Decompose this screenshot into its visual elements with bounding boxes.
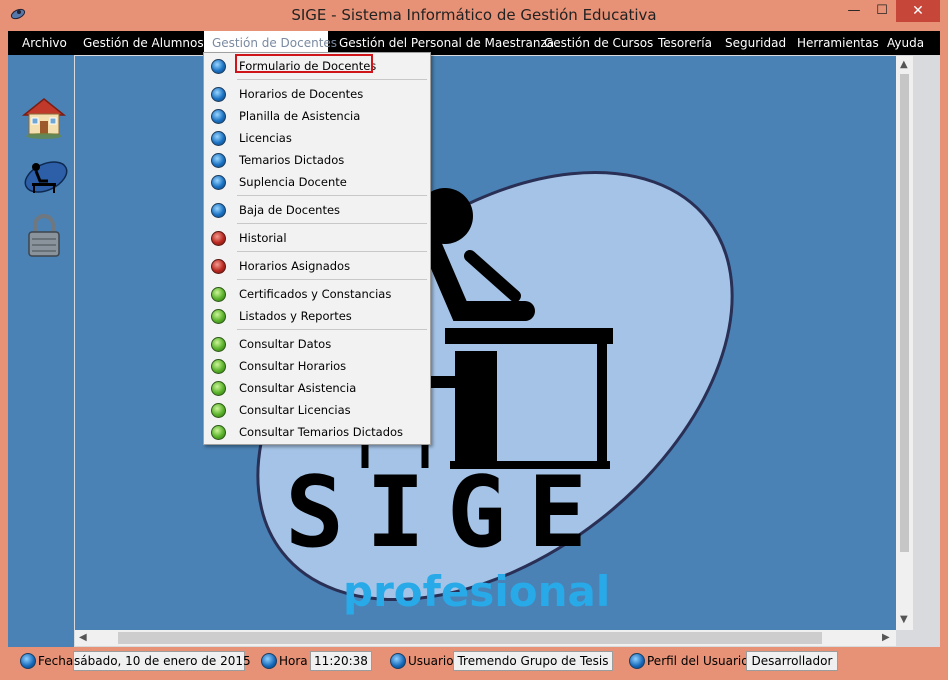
padlock-icon[interactable] [20,211,68,259]
app-window: SIGE - Sistema Informático de Gestión Ed… [0,0,948,680]
menu-separator [237,223,427,224]
menu-separator [237,251,427,252]
blue-dot-icon [211,87,226,102]
maximize-button[interactable]: ☐ [868,0,896,22]
hora-bullet-icon [261,653,277,669]
menu-tesoreria[interactable]: Tesorería [658,31,712,55]
green-dot-icon [211,337,226,352]
usuario-label: Usuario [408,654,454,668]
green-dot-icon [211,359,226,374]
docentes-dropdown-menu: Formulario de Docentes Horarios de Docen… [203,52,431,445]
menu-item-label: Consultar Horarios [239,359,347,373]
menu-baja-docentes[interactable]: Baja de Docentes [205,199,429,221]
menu-licencias[interactable]: Licencias [205,127,429,149]
perfil-value: Desarrollador [746,651,838,671]
menu-item-label: Temarios Dictados [239,153,345,167]
perfil-bullet-icon [629,653,645,669]
hora-label: Hora [279,654,308,668]
menu-suplencia-docente[interactable]: Suplencia Docente [205,171,429,193]
menu-temarios-dictados[interactable]: Temarios Dictados [205,149,429,171]
title-bar[interactable]: SIGE - Sistema Informático de Gestión Ed… [0,0,948,30]
menu-separator [237,195,427,196]
menu-separator [237,279,427,280]
green-dot-icon [211,287,226,302]
usuario-value: Tremendo Grupo de Tesis [453,651,613,671]
menu-item-label: Licencias [239,131,292,145]
menu-item-label: Consultar Asistencia [239,381,357,395]
menu-item-label: Suplencia Docente [239,175,347,189]
menu-certificados-constancias[interactable]: Certificados y Constancias [205,283,429,305]
green-dot-icon [211,425,226,440]
menu-separator [237,329,427,330]
menu-planilla-asistencia[interactable]: Planilla de Asistencia [205,105,429,127]
fecha-bullet-icon [20,653,36,669]
minimize-button[interactable]: — [840,0,868,22]
red-dot-icon [211,231,226,246]
blue-dot-icon [211,203,226,218]
menu-ayuda[interactable]: Ayuda [887,31,924,55]
blue-dot-icon [211,109,226,124]
teacher-desk-icon[interactable] [20,153,68,201]
menu-item-label: Planilla de Asistencia [239,109,361,123]
green-dot-icon [211,403,226,418]
menu-separator [237,79,427,80]
blue-dot-icon [211,175,226,190]
logo-sub-text: profesional [343,567,611,616]
window-title: SIGE - Sistema Informático de Gestión Ed… [291,6,657,24]
menu-bar: Archivo Gestión de Alumnos Gestión de Do… [8,31,940,55]
main-canvas: SIGE profesional [75,56,896,630]
menu-item-label: Consultar Temarios Dictados [239,425,404,439]
vertical-scroll-thumb[interactable] [900,74,909,552]
perfil-label: Perfil del Usuario [647,654,749,668]
green-dot-icon [211,381,226,396]
menu-item-label: Historial [239,231,287,245]
close-button[interactable]: ✕ [896,0,940,22]
blue-dot-icon [211,153,226,168]
green-dot-icon [211,309,226,324]
menu-item-label: Consultar Datos [239,337,332,351]
scroll-down-icon[interactable]: ▼ [900,614,908,625]
blue-dot-icon [211,131,226,146]
menu-item-label: Horarios Asignados [239,259,351,273]
menu-item-label: Listados y Reportes [239,309,352,323]
menu-horarios-asignados[interactable]: Horarios Asignados [205,255,429,277]
logo-main-text: SIGE [285,456,610,570]
usuario-bullet-icon [390,653,406,669]
menu-consultar-horarios[interactable]: Consultar Horarios [205,355,429,377]
blue-dot-icon [211,59,226,74]
fecha-label: Fecha [38,654,74,668]
menu-item-label: Consultar Licencias [239,403,351,417]
menu-herramientas[interactable]: Herramientas [797,31,879,55]
scroll-up-icon[interactable]: ▲ [900,59,908,70]
menu-listados-reportes[interactable]: Listados y Reportes [205,305,429,327]
menu-historial[interactable]: Historial [205,227,429,249]
menu-consultar-licencias[interactable]: Consultar Licencias [205,399,429,421]
highlight-box [235,54,373,73]
menu-archivo[interactable]: Archivo [14,31,86,55]
menu-consultar-temarios-dictados[interactable]: Consultar Temarios Dictados [205,421,429,443]
menu-item-label: Baja de Docentes [239,203,341,217]
menu-horarios-docentes[interactable]: Horarios de Docentes [205,83,429,105]
menu-gestion-alumnos[interactable]: Gestión de Alumnos [83,31,204,55]
scroll-right-icon[interactable]: ▶ [882,632,890,643]
menu-consultar-asistencia[interactable]: Consultar Asistencia [205,377,429,399]
fecha-value: sábado, 10 de enero de 2015 [73,651,251,671]
red-dot-icon [211,259,226,274]
scroll-left-icon[interactable]: ◀ [79,632,87,643]
menu-consultar-datos[interactable]: Consultar Datos [205,333,429,355]
menu-seguridad[interactable]: Seguridad [725,31,786,55]
horizontal-scroll-thumb[interactable] [118,632,822,644]
home-icon[interactable] [20,93,68,141]
hora-value: 11:20:38 [310,651,372,671]
menu-item-label: Horarios de Docentes [239,87,364,101]
menu-item-label: Certificados y Constancias [239,287,392,301]
left-toolbar [8,55,74,647]
menu-gestion-cursos[interactable]: Gestión de Cursos [544,31,653,55]
